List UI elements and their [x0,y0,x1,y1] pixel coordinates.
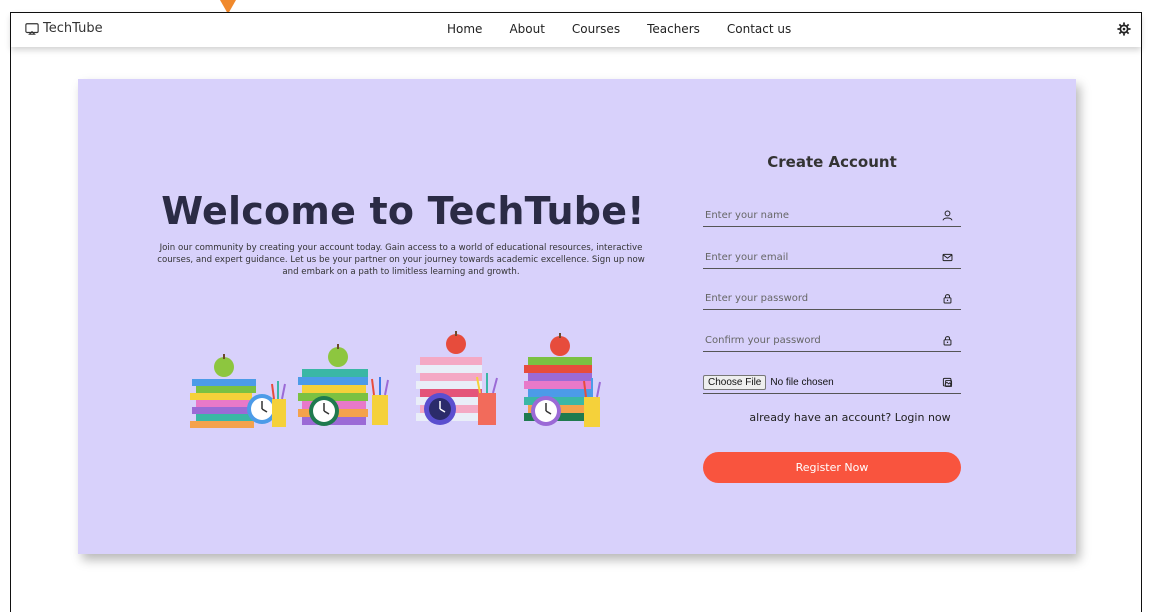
welcome-heading: Welcome to TechTube! [161,189,645,233]
register-card: Welcome to TechTube! Join our community … [78,79,1076,554]
file-upload-field: Choose File No file chosen [703,372,961,394]
email-field [703,247,961,269]
brand-logo[interactable]: TechTube [25,21,103,36]
gear-icon[interactable] [1117,22,1131,36]
password-field [703,288,961,310]
file-status: No file chosen [770,377,834,388]
intro-paragraph: Join our community by creating your acco… [157,243,645,277]
password-input[interactable] [703,293,913,304]
lock-icon [943,336,952,346]
register-button[interactable]: Register Now [703,452,961,483]
mail-icon [942,253,953,262]
user-icon [942,210,953,221]
nav-links: Home About Courses Teachers Contact us [447,22,818,36]
nav-link-courses[interactable]: Courses [572,22,620,36]
book-stack-2 [298,344,389,426]
choose-file-button[interactable]: Choose File [703,375,767,390]
file-picker: Choose File No file chosen [703,375,834,390]
nav-link-about[interactable]: About [509,22,544,36]
confirm-password-field [703,330,961,352]
books-illustration [190,331,601,428]
image-upload-icon [942,377,953,388]
book-stack-3 [416,331,498,425]
confirm-password-input[interactable] [703,335,913,346]
name-field [703,205,961,227]
name-input[interactable] [703,210,913,221]
monitor-icon [25,22,39,35]
nav-link-teachers[interactable]: Teachers [647,22,700,36]
book-stack-1 [190,354,286,428]
top-navbar: TechTube Home About Courses Teachers Con… [11,13,1141,47]
nav-link-home[interactable]: Home [447,22,482,36]
brand-name: TechTube [43,21,103,36]
book-stack-4 [524,333,601,427]
form-title: Create Account [767,153,897,171]
email-input[interactable] [703,252,913,263]
nav-link-contact[interactable]: Contact us [727,22,791,36]
login-link[interactable]: already have an account? Login now [703,411,997,424]
lock-icon [943,294,952,304]
